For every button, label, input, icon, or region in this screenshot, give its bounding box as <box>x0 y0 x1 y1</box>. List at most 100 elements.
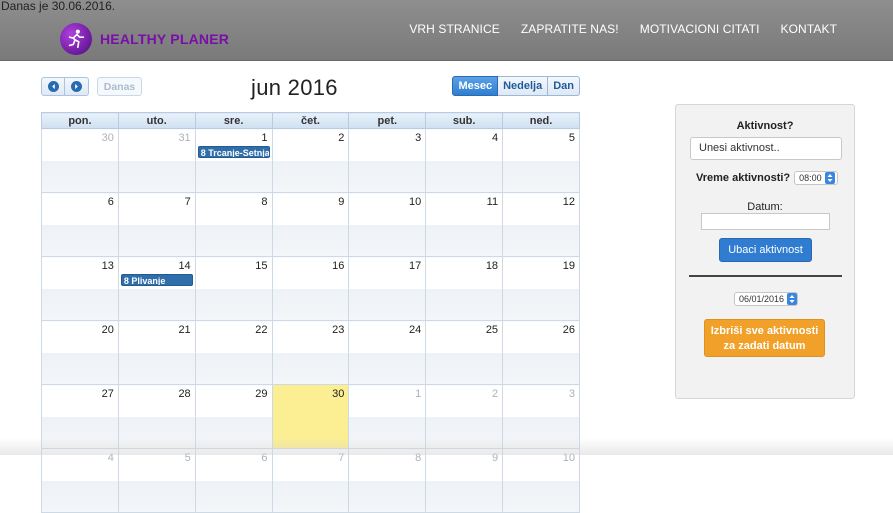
day-cell[interactable]: 31 <box>117 128 196 193</box>
day-cell[interactable]: 6 <box>194 448 273 513</box>
day-number: 6 <box>261 452 268 464</box>
day-cell[interactable]: 4 <box>425 128 504 193</box>
week-row: 27 28 29 30 1 2 3 <box>41 384 580 449</box>
day-cell[interactable]: 11 <box>425 192 504 257</box>
day-number: 5 <box>568 132 575 144</box>
day-number: 7 <box>184 196 191 208</box>
day-cell[interactable]: 1 <box>348 384 427 449</box>
day-number: 19 <box>562 260 575 272</box>
day-number: 17 <box>408 260 422 272</box>
nav-link-quotes[interactable]: MOTIVACIONI CITATI <box>640 22 760 36</box>
weekday-header: pet. <box>348 112 427 129</box>
day-number: 30 <box>101 132 114 144</box>
today-button[interactable]: Danas <box>97 77 142 96</box>
delete-date-select[interactable]: 06/01/2016 <box>734 292 798 306</box>
day-cell[interactable]: 7 <box>117 192 196 257</box>
nav-link-top[interactable]: VRH STRANICE <box>409 22 500 36</box>
day-cell[interactable]: 14 8 Plivanje <box>117 256 196 321</box>
nav-link-contact[interactable]: KONTAKT <box>781 22 837 36</box>
panel-title: Aktivnost? <box>736 120 794 132</box>
weekday-header: ned. <box>502 112 580 129</box>
day-number: 2 <box>338 132 345 144</box>
day-number: 29 <box>255 388 268 400</box>
calendar-toolbar: Danas jun 2016 Mesec Nedelja Dan <box>41 74 580 112</box>
day-cell[interactable]: 8 <box>194 192 273 257</box>
day-cell[interactable]: 9 <box>271 192 350 257</box>
day-cell[interactable]: 7 <box>271 448 350 513</box>
day-number: 1 <box>261 132 268 144</box>
day-cell[interactable]: 30 <box>41 128 119 193</box>
brand[interactable]: HEALTHY PLANER <box>60 23 229 55</box>
time-row: Vreme aktivnosti? 08:00 <box>696 171 839 185</box>
day-cell[interactable]: 15 <box>194 256 273 321</box>
day-cell[interactable]: 24 <box>348 320 427 385</box>
day-cell[interactable]: 18 <box>425 256 504 321</box>
day-cell[interactable]: 26 <box>502 320 580 385</box>
calendar-event[interactable]: 8 Trcanje-Setnja- <box>197 146 270 158</box>
day-cell[interactable]: 25 <box>425 320 504 385</box>
day-number: 7 <box>338 452 345 464</box>
delete-date-value: 06/01/2016 <box>739 294 785 304</box>
day-cell[interactable]: 10 <box>348 192 427 257</box>
activity-input[interactable]: Unesi aktivnost.. <box>690 137 842 160</box>
day-number: 2 <box>491 388 499 400</box>
day-number: 3 <box>568 388 575 400</box>
day-cell[interactable]: 3 <box>348 128 427 193</box>
day-cell[interactable]: 2 <box>425 384 504 449</box>
nav-link-follow[interactable]: ZAPRATITE NAS! <box>521 22 619 36</box>
day-cell[interactable]: 30 <box>271 384 350 449</box>
day-number: 9 <box>338 196 345 208</box>
day-cell[interactable]: 27 <box>41 384 119 449</box>
day-cell[interactable]: 1 8 Trcanje-Setnja- <box>194 128 273 193</box>
day-cell[interactable]: 16 <box>271 256 350 321</box>
next-month-button[interactable] <box>65 77 89 96</box>
weekday-header: pon. <box>41 112 119 129</box>
day-number: 1 <box>415 388 422 400</box>
day-cell[interactable]: 9 <box>425 448 504 513</box>
day-cell[interactable]: 5 <box>502 128 580 193</box>
day-number: 14 <box>178 260 191 272</box>
calendar-event[interactable]: 8 Plivanje <box>120 274 193 286</box>
day-cell[interactable]: 10 <box>502 448 580 513</box>
day-cell[interactable]: 3 <box>502 384 580 449</box>
day-number: 16 <box>332 260 345 272</box>
prev-month-button[interactable] <box>41 77 65 96</box>
day-cell[interactable]: 21 <box>117 320 196 385</box>
day-cell[interactable]: 5 <box>117 448 196 513</box>
activity-panel: Aktivnost? Unesi aktivnost.. Vreme aktiv… <box>675 104 855 399</box>
view-day-button[interactable]: Dan <box>548 76 580 96</box>
day-number: 22 <box>255 324 268 336</box>
day-cell[interactable]: 2 <box>271 128 350 193</box>
day-number: 10 <box>408 196 422 208</box>
day-cell[interactable]: 17 <box>348 256 427 321</box>
time-select[interactable]: 08:00 <box>794 171 839 185</box>
week-row: 13 14 8 Plivanje 15 16 17 18 19 <box>41 256 580 321</box>
day-number: 12 <box>562 196 575 208</box>
day-cell[interactable]: 23 <box>271 320 350 385</box>
day-cell[interactable]: 8 <box>348 448 427 513</box>
day-cell[interactable]: 22 <box>194 320 273 385</box>
day-number: 5 <box>184 452 191 464</box>
day-cell[interactable]: 12 <box>502 192 580 257</box>
day-cell[interactable]: 4 <box>41 448 119 513</box>
day-number: 8 <box>415 452 422 464</box>
day-cell[interactable]: 20 <box>41 320 119 385</box>
day-cell[interactable]: 28 <box>117 384 196 449</box>
select-arrows-icon <box>787 293 797 305</box>
view-week-button[interactable]: Nedelja <box>498 76 549 96</box>
day-number: 23 <box>332 324 345 336</box>
view-month-button[interactable]: Mesec <box>452 76 499 96</box>
day-number: 4 <box>491 132 499 144</box>
calendar: Danas jun 2016 Mesec Nedelja Dan pon. uto… <box>41 74 580 513</box>
chevron-left-icon <box>47 81 59 92</box>
day-cell[interactable]: 19 <box>502 256 580 321</box>
day-cell[interactable]: 13 <box>41 256 119 321</box>
day-number: 11 <box>486 196 499 208</box>
day-number: 6 <box>107 196 114 208</box>
calendar-title: jun 2016 <box>251 75 338 100</box>
date-input[interactable] <box>701 213 830 230</box>
day-cell[interactable]: 6 <box>41 192 119 257</box>
delete-activities-button[interactable]: Izbriši sve aktivnosti za zadati datum <box>704 319 825 357</box>
day-cell[interactable]: 29 <box>194 384 273 449</box>
add-activity-button[interactable]: Ubaci aktivnost <box>719 238 812 262</box>
